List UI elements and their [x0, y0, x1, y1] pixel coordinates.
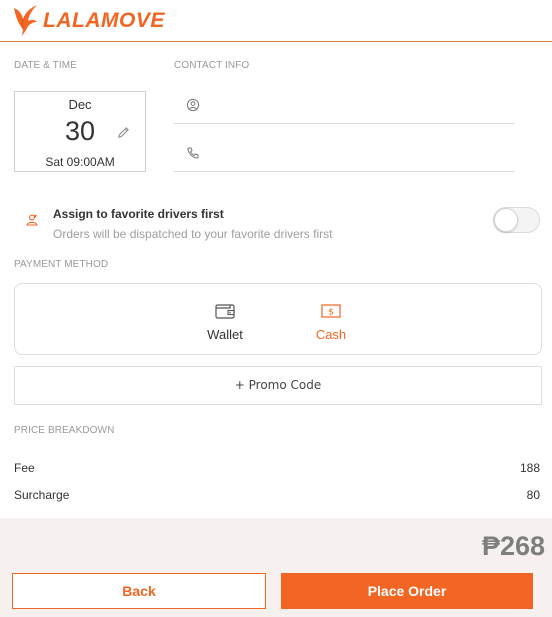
back-button[interactable]: Back	[12, 573, 266, 609]
bird-logo-icon	[14, 5, 37, 36]
surcharge-value: 80	[526, 488, 540, 502]
fee-name: Fee	[14, 461, 35, 475]
pencil-edit-icon[interactable]	[116, 125, 131, 140]
date-weekday-time: Sat 09:00AM	[45, 155, 115, 169]
order-footer: ₱268 Back Place Order	[0, 518, 552, 617]
svg-text:$: $	[328, 308, 334, 318]
lalamove-logo[interactable]: LALAMOVE	[10, 2, 165, 38]
app-header: LALAMOVE	[0, 0, 552, 42]
date-time-label: DATE & TIME	[14, 60, 77, 71]
price-breakdown-label: PRICE BREAKDOWN	[14, 425, 115, 436]
wallet-label: Wallet	[207, 327, 243, 342]
surcharge-name: Surcharge	[14, 488, 70, 502]
payment-option-cash[interactable]: $ Cash	[296, 284, 366, 354]
contact-info-label: CONTACT INFO	[174, 60, 250, 71]
user-icon	[186, 98, 200, 112]
phone-icon	[187, 147, 199, 159]
total-price: ₱268	[481, 531, 545, 561]
fee-value: 188	[519, 461, 540, 475]
payment-option-wallet[interactable]: Wallet	[190, 284, 260, 354]
toggle-knob	[494, 208, 518, 232]
favorite-drivers-title: Assign to favorite drivers first	[53, 207, 224, 221]
contact-name-field[interactable]	[174, 90, 515, 124]
wallet-icon	[215, 304, 235, 319]
favorite-driver-icon	[26, 214, 38, 226]
favorite-drivers-description: Orders will be dispatched to your favori…	[53, 227, 333, 241]
contact-phone-field[interactable]	[174, 138, 515, 172]
date-time-picker[interactable]: Dec 30 Sat 09:00AM	[14, 91, 146, 172]
payment-method-label: PAYMENT METHOD	[14, 259, 109, 270]
promo-code-button[interactable]: + Promo Code	[14, 366, 542, 405]
place-order-button[interactable]: Place Order	[281, 573, 533, 609]
cash-label: Cash	[315, 327, 347, 342]
date-month: Dec	[68, 97, 92, 112]
payment-method-selector: Wallet $ Cash	[14, 283, 542, 355]
cash-icon: $	[321, 304, 341, 318]
brand-name: LALAMOVE	[43, 9, 165, 32]
favorite-drivers-toggle[interactable]	[493, 207, 540, 233]
